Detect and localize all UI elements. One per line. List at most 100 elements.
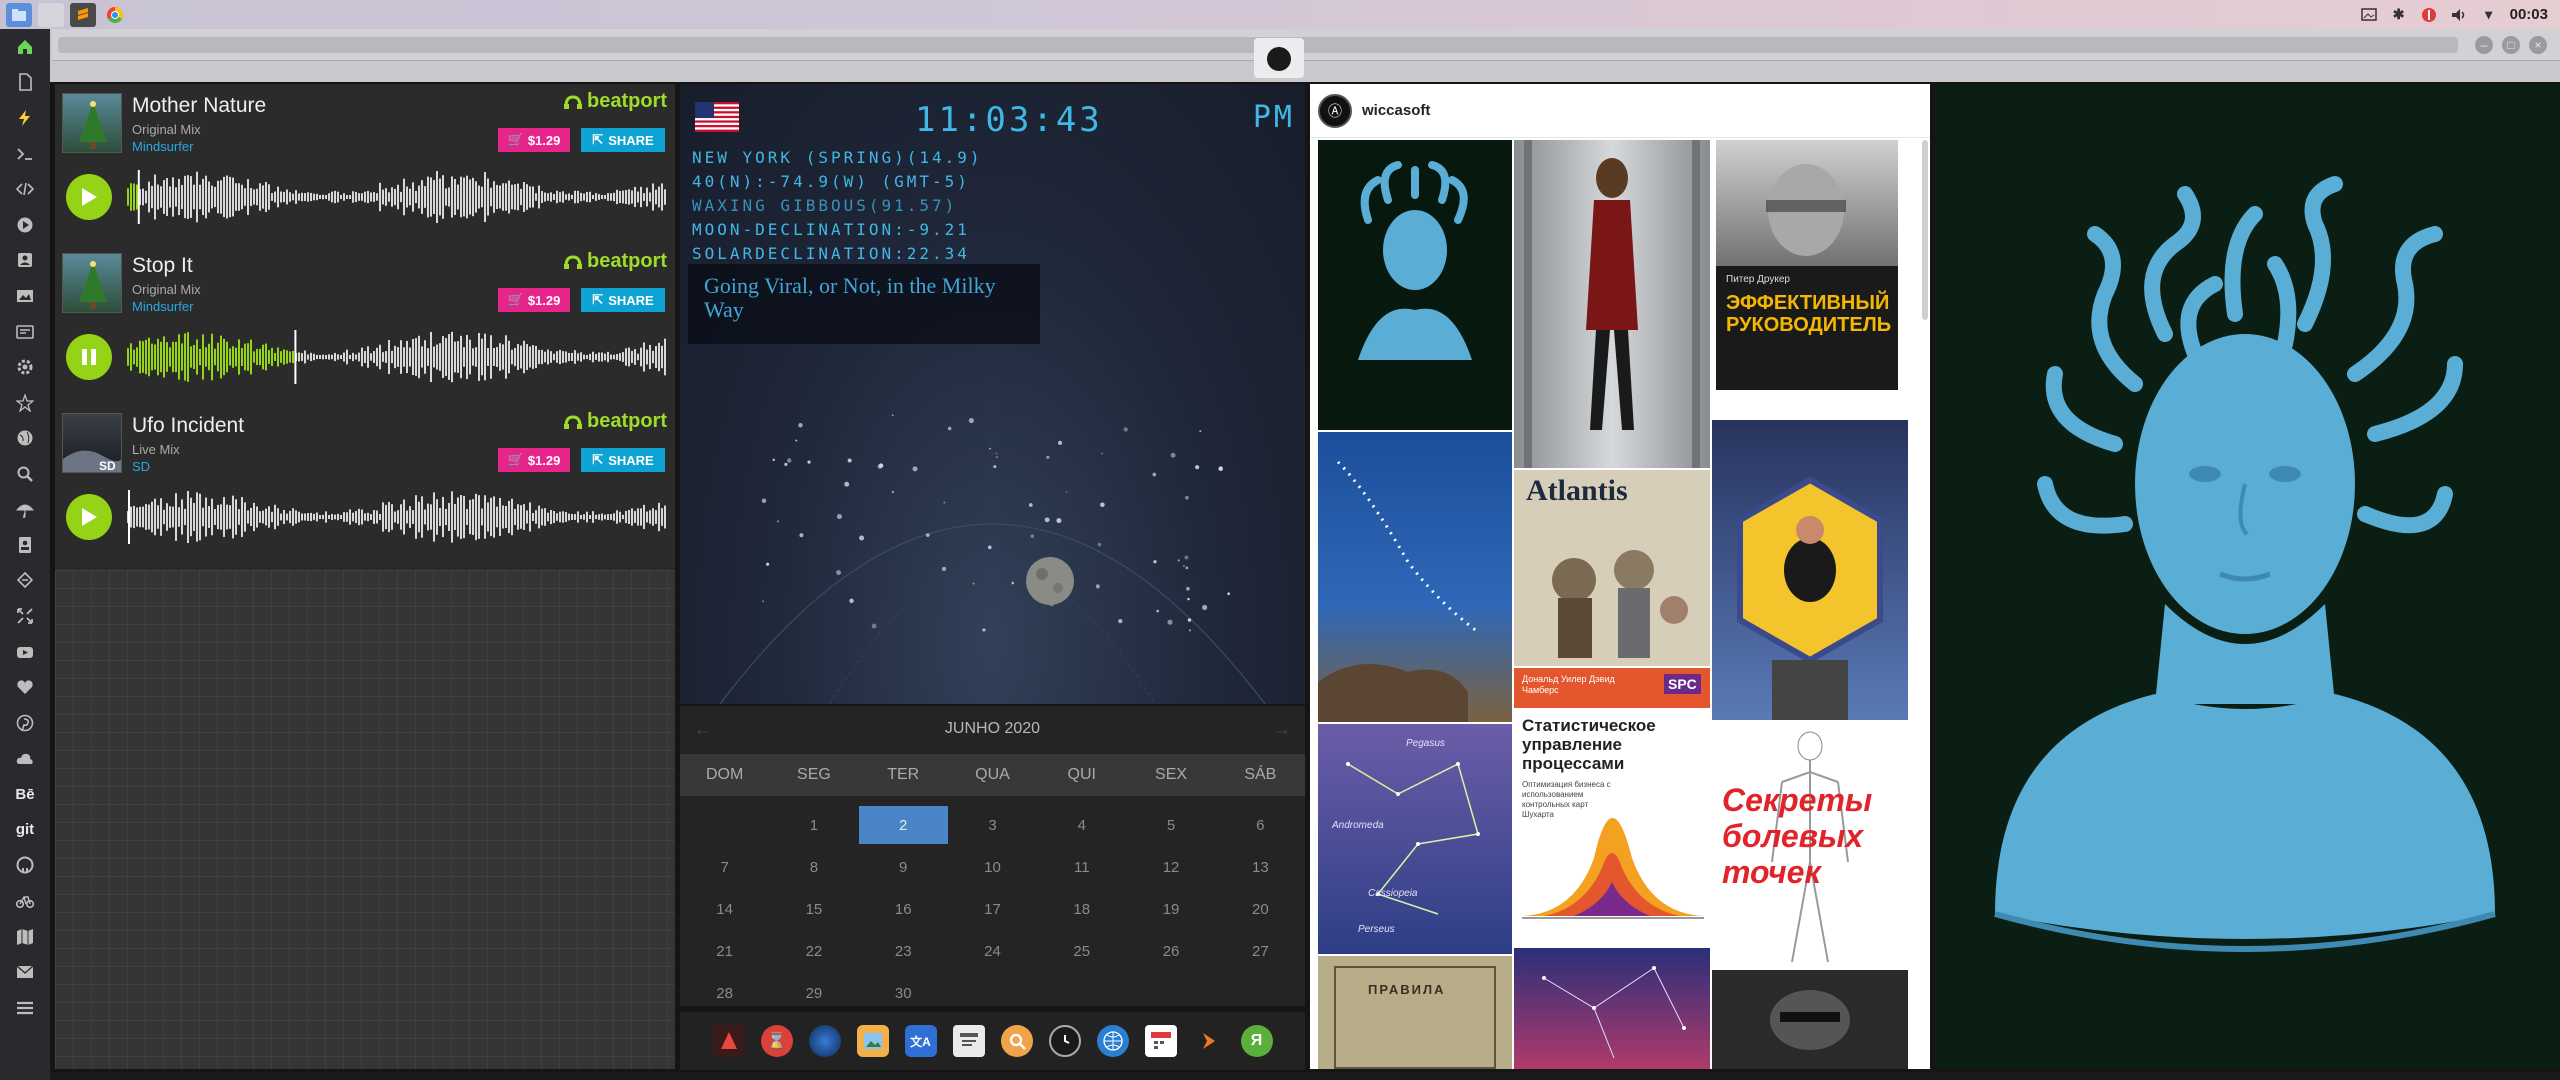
buy-button[interactable]: 🛒 $1.29 [498,128,570,152]
umbrella-icon[interactable] [0,492,50,528]
calendar-day[interactable]: 11 [1037,846,1126,888]
system-clock[interactable]: 00:03 [2510,6,2548,23]
calendar-day[interactable]: 17 [948,888,1037,930]
youtube-icon[interactable] [0,634,50,670]
earth-icon[interactable] [808,1025,841,1057]
feed-post[interactable]: Дональд Уилер Дэвид Чамберс SPC Статисти… [1514,668,1710,946]
calendar-day[interactable]: 14 [680,888,769,930]
album-cover[interactable] [62,93,122,153]
expand-icon[interactable] [0,599,50,635]
news-headline[interactable]: Going Viral, or Not, in the Milky Way [688,264,1040,344]
search-icon[interactable] [0,456,50,492]
code-icon[interactable] [0,171,50,207]
buy-button[interactable]: 🛒 $1.29 [498,288,570,312]
calendar-day[interactable]: 4 [1037,804,1126,846]
image-icon[interactable] [0,278,50,314]
calendar-day[interactable]: 5 [1126,804,1215,846]
feed-post[interactable]: Pegasus Andromeda Cassiopeia Perseus [1318,724,1512,954]
cloud-icon[interactable] [0,741,50,777]
calendar-day[interactable]: 19 [1126,888,1215,930]
list-icon[interactable] [0,990,50,1026]
app-placeholder-icon[interactable] [38,2,64,27]
calendar-day[interactable]: 3 [948,804,1037,846]
terminal-icon[interactable] [0,136,50,172]
track-artist[interactable]: Mindsurfer [132,139,193,154]
finder-icon[interactable] [1000,1025,1033,1057]
contacts-icon[interactable] [0,243,50,279]
beatport-logo[interactable]: beatport [563,410,667,433]
wifi-icon[interactable]: ▾ [2480,6,2498,23]
calendar-day[interactable]: 24 [948,930,1037,972]
track-artist[interactable]: SD [132,459,150,474]
globe-icon[interactable] [1096,1025,1129,1057]
track-title[interactable]: Mother Nature [132,94,266,118]
home-icon[interactable] [0,29,50,65]
vlc-icon[interactable] [712,1025,745,1057]
previous-month-icon[interactable]: ← [694,719,712,740]
calendar-day[interactable]: 22 [769,930,858,972]
track-title[interactable]: Ufo Incident [132,414,244,438]
calendar-day[interactable]: 27 [1216,930,1305,972]
avatar[interactable]: Ⓐ [1318,94,1352,128]
feed-post[interactable]: ПРАВИЛА [1318,956,1512,1069]
share-button[interactable]: ⇱ SHARE [581,448,665,472]
play-button[interactable] [66,174,112,220]
calendar-day[interactable]: 12 [1126,846,1215,888]
calendar-day[interactable]: 18 [1037,888,1126,930]
waveform[interactable] [127,330,667,384]
share-button[interactable]: ⇱ SHARE [581,288,665,312]
map-icon[interactable] [0,919,50,955]
network-icon[interactable] [2420,7,2438,23]
track-title[interactable]: Stop It [132,254,193,278]
play-button[interactable] [66,494,112,540]
feed-post[interactable]: Atlantis [1514,470,1710,666]
instagram-username[interactable]: wiccasoft [1362,102,1430,119]
calendar-day[interactable]: 1 [769,804,858,846]
album-cover[interactable]: SD [62,413,122,473]
calendar-list-icon[interactable] [952,1025,985,1057]
calendar-day[interactable]: 8 [769,846,858,888]
minimize-button[interactable]: – [2475,36,2493,54]
waveform[interactable] [127,170,667,224]
feed-post[interactable]: Секреты болевых точек [1712,722,1908,968]
document-icon[interactable] [0,65,50,101]
star-icon[interactable] [0,385,50,421]
calendar-day[interactable]: 25 [1037,930,1126,972]
close-button[interactable]: × [2529,36,2547,54]
card-icon[interactable] [0,314,50,350]
yandex-icon[interactable]: Я [1240,1025,1273,1057]
maximize-button[interactable]: □ [2502,36,2520,54]
play-icon[interactable] [0,207,50,243]
git-icon[interactable]: git [0,812,50,848]
lightning-icon[interactable] [0,100,50,136]
id-icon[interactable] [0,527,50,563]
feed-post[interactable] [1712,420,1908,720]
calendar-day[interactable]: 16 [859,888,948,930]
calendar-day[interactable]: 20 [1216,888,1305,930]
next-month-icon[interactable]: → [1273,719,1291,740]
feed-post[interactable] [1712,970,1908,1069]
feed-post[interactable]: Питер Друкер ЭФФЕКТИВНЫЙ РУКОВОДИТЕЛЬ [1712,140,1908,418]
pause-button[interactable] [66,334,112,380]
buy-button[interactable]: 🛒 $1.29 [498,448,570,472]
github-icon[interactable] [0,848,50,884]
photo-icon[interactable] [2360,7,2378,23]
calendar-day[interactable]: 28 [680,972,769,1014]
calendar-icon[interactable] [1144,1025,1177,1057]
sublime-text-icon[interactable] [70,2,96,27]
calendar-day[interactable]: 6 [1216,804,1305,846]
feed-post[interactable] [1514,948,1710,1069]
track-artist[interactable]: Mindsurfer [132,299,193,314]
bluetooth-icon[interactable]: ✱ [2390,6,2408,23]
calendar-day[interactable]: 23 [859,930,948,972]
feed-post[interactable] [1514,140,1710,468]
beatport-logo[interactable]: beatport [563,90,667,113]
feed-post[interactable] [1318,432,1512,722]
calendar-day[interactable]: 29 [769,972,858,1014]
calendar-day[interactable]: 26 [1126,930,1215,972]
globe-icon[interactable] [0,421,50,457]
arrow-icon[interactable] [1193,1025,1225,1057]
beatport-logo[interactable]: beatport [563,250,667,273]
calendar-day[interactable]: 10 [948,846,1037,888]
chrome-icon[interactable] [102,3,128,27]
